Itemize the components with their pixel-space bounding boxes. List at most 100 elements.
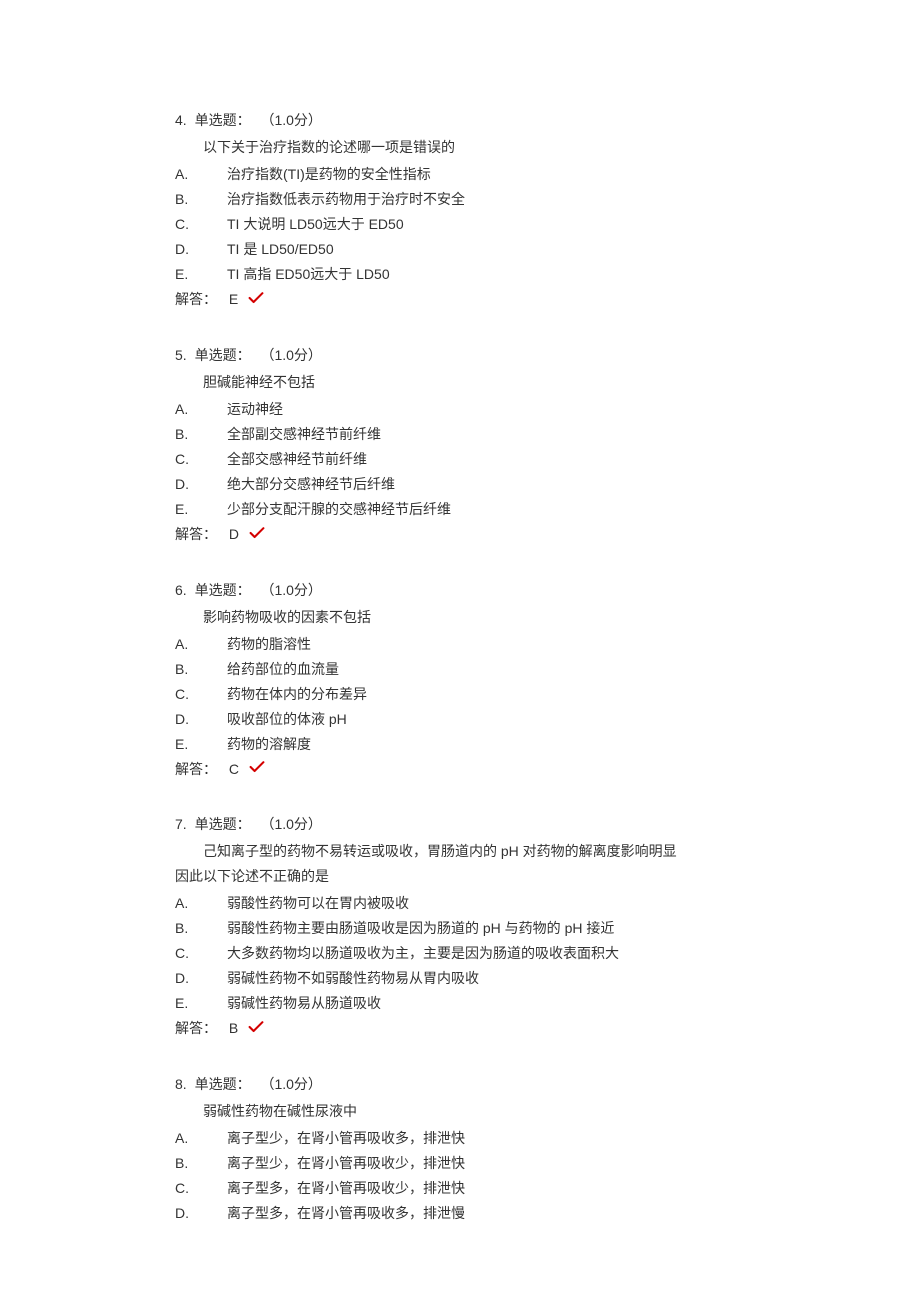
option-row: D.弱碱性药物不如弱酸性药物易从胃内吸收 (175, 968, 745, 989)
option-row: B.弱酸性药物主要由肠道吸收是因为肠道的 pH 与药物的 pH 接近 (175, 918, 745, 939)
option-letter: D. (175, 709, 227, 730)
option-letter: E. (175, 734, 227, 755)
option-row: B.治疗指数低表示药物用于治疗时不安全 (175, 189, 745, 210)
option-text: TI 是 LD50/ED50 (227, 241, 334, 257)
answer-value: D (229, 526, 239, 542)
question-points: （1.0分） (260, 347, 321, 363)
question-header: 6. 单选题： （1.0分） (175, 580, 745, 601)
question-number: 6. (175, 582, 187, 598)
option-letter: B. (175, 1153, 227, 1174)
question-number: 7. (175, 816, 187, 832)
answer-row: 解答： D (175, 524, 745, 546)
option-letter: D. (175, 1203, 227, 1224)
question-number: 8. (175, 1076, 187, 1092)
option-row: A.治疗指数(TI)是药物的安全性指标 (175, 164, 745, 185)
option-text: 离子型少，在肾小管再吸收少，排泄快 (227, 1155, 465, 1171)
option-letter: A. (175, 399, 227, 420)
answer-value: B (229, 1020, 238, 1036)
question-header: 4. 单选题： （1.0分） (175, 110, 745, 131)
option-row: C.大多数药物均以肠道吸收为主，主要是因为肠道的吸收表面积大 (175, 943, 745, 964)
option-text: 药物的脂溶性 (227, 636, 311, 652)
option-text: 离子型多，在肾小管再吸收多，排泄慢 (227, 1205, 465, 1221)
option-letter: A. (175, 1128, 227, 1149)
option-text: 弱碱性药物易从肠道吸收 (227, 995, 381, 1011)
option-text: 治疗指数(TI)是药物的安全性指标 (227, 166, 431, 182)
question-block: 7. 单选题： （1.0分） 己知离子型的药物不易转运或吸收，胃肠道内的 pH … (175, 814, 745, 1040)
option-text: 运动神经 (227, 401, 283, 417)
option-text: 药物在体内的分布差异 (227, 686, 367, 702)
option-row: E.TI 高指 ED50远大于 LD50 (175, 264, 745, 285)
option-text: 全部交感神经节前纤维 (227, 451, 367, 467)
option-row: C.全部交感神经节前纤维 (175, 449, 745, 470)
option-letter: B. (175, 918, 227, 939)
option-row: E.少部分支配汗腺的交感神经节后纤维 (175, 499, 745, 520)
option-row: B.离子型少，在肾小管再吸收少，排泄快 (175, 1153, 745, 1174)
question-type: 单选题： (195, 112, 251, 128)
option-text: TI 大说明 LD50远大于 ED50 (227, 216, 404, 232)
option-text: 吸收部位的体液 pH (227, 711, 347, 727)
option-text: 绝大部分交感神经节后纤维 (227, 476, 395, 492)
question-stem: 以下关于治疗指数的论述哪一项是错误的 (175, 137, 745, 158)
question-points: （1.0分） (260, 816, 321, 832)
question-stem: 己知离子型的药物不易转运或吸收，胃肠道内的 pH 对药物的解离度影响明显 (175, 841, 745, 862)
option-row: A.运动神经 (175, 399, 745, 420)
exam-page: 4. 单选题： （1.0分） 以下关于治疗指数的论述哪一项是错误的 A.治疗指数… (0, 0, 920, 1302)
check-icon (249, 759, 265, 780)
question-points: （1.0分） (260, 582, 321, 598)
check-icon (248, 290, 264, 311)
option-text: 弱碱性药物不如弱酸性药物易从胃内吸收 (227, 970, 479, 986)
option-letter: E. (175, 499, 227, 520)
option-row: C.离子型多，在肾小管再吸收少，排泄快 (175, 1178, 745, 1199)
answer-row: 解答： E (175, 289, 745, 311)
option-row: D.离子型多，在肾小管再吸收多，排泄慢 (175, 1203, 745, 1224)
option-row: E.药物的溶解度 (175, 734, 745, 755)
question-number: 5. (175, 347, 187, 363)
option-letter: C. (175, 214, 227, 235)
question-points: （1.0分） (260, 1076, 321, 1092)
option-letter: D. (175, 474, 227, 495)
option-text: 弱酸性药物可以在胃内被吸收 (227, 895, 409, 911)
check-icon (249, 525, 265, 546)
answer-label: 解答： (175, 526, 217, 542)
option-text: 离子型少，在肾小管再吸收多，排泄快 (227, 1130, 465, 1146)
option-letter: A. (175, 634, 227, 655)
question-block: 5. 单选题： （1.0分） 胆碱能神经不包括 A.运动神经 B.全部副交感神经… (175, 345, 745, 546)
question-header: 8. 单选题： （1.0分） (175, 1074, 745, 1095)
option-letter: B. (175, 424, 227, 445)
answer-row: 解答： C (175, 759, 745, 781)
option-letter: C. (175, 1178, 227, 1199)
option-text: 弱酸性药物主要由肠道吸收是因为肠道的 pH 与药物的 pH 接近 (227, 920, 614, 936)
option-letter: A. (175, 893, 227, 914)
option-letter: B. (175, 659, 227, 680)
option-letter: E. (175, 993, 227, 1014)
option-text: 大多数药物均以肠道吸收为主，主要是因为肠道的吸收表面积大 (227, 945, 619, 961)
question-block: 8. 单选题： （1.0分） 弱碱性药物在碱性尿液中 A.离子型少，在肾小管再吸… (175, 1074, 745, 1224)
option-row: C.TI 大说明 LD50远大于 ED50 (175, 214, 745, 235)
answer-value: C (229, 761, 239, 777)
option-letter: C. (175, 943, 227, 964)
option-letter: A. (175, 164, 227, 185)
option-text: TI 高指 ED50远大于 LD50 (227, 266, 390, 282)
question-type: 单选题： (195, 816, 251, 832)
option-row: A.弱酸性药物可以在胃内被吸收 (175, 893, 745, 914)
option-row: D.绝大部分交感神经节后纤维 (175, 474, 745, 495)
option-text: 离子型多，在肾小管再吸收少，排泄快 (227, 1180, 465, 1196)
option-row: A.药物的脂溶性 (175, 634, 745, 655)
answer-label: 解答： (175, 291, 217, 307)
option-row: B.给药部位的血流量 (175, 659, 745, 680)
option-row: C.药物在体内的分布差异 (175, 684, 745, 705)
answer-value: E (229, 291, 238, 307)
option-row: D.吸收部位的体液 pH (175, 709, 745, 730)
option-letter: D. (175, 239, 227, 260)
option-letter: E. (175, 264, 227, 285)
question-stem-cont: 因此以下论述不正确的是 (175, 866, 745, 887)
option-row: E.弱碱性药物易从肠道吸收 (175, 993, 745, 1014)
question-points: （1.0分） (260, 112, 321, 128)
question-type: 单选题： (195, 1076, 251, 1092)
option-text: 少部分支配汗腺的交感神经节后纤维 (227, 501, 451, 517)
answer-label: 解答： (175, 1020, 217, 1036)
option-letter: B. (175, 189, 227, 210)
question-header: 7. 单选题： （1.0分） (175, 814, 745, 835)
answer-label: 解答： (175, 761, 217, 777)
answer-row: 解答： B (175, 1018, 745, 1040)
